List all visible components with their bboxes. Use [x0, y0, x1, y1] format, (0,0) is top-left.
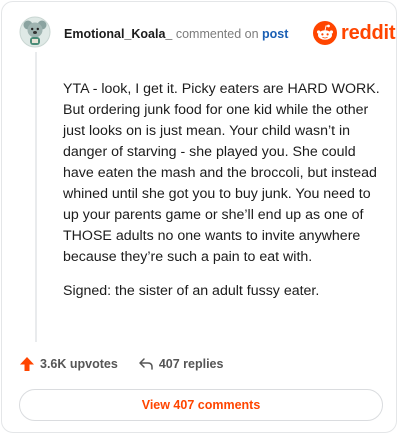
- username-link[interactable]: Emotional_Koala_: [64, 27, 172, 41]
- comment-body: YTA - look, I get it. Picky eaters are H…: [63, 79, 389, 315]
- comment-card: Emotional_Koala_ commented on post reddi…: [1, 1, 397, 433]
- reddit-alien-icon: [313, 21, 337, 45]
- view-comments-button[interactable]: View 407 comments: [19, 389, 383, 421]
- reddit-wordmark: reddit: [341, 21, 396, 44]
- upvote-arrow-icon: [20, 357, 34, 371]
- reply-count: 407 replies: [158, 357, 224, 371]
- comment-footer: 3.6K upvotes 407 replies: [19, 356, 223, 372]
- comment-header: Emotional_Koala_ commented on post: [64, 27, 288, 41]
- upvote-count: 3.6K upvotes: [40, 357, 118, 371]
- thread-line[interactable]: [35, 52, 37, 342]
- reply-arrow-icon: [139, 358, 153, 370]
- replies-button[interactable]: 407 replies: [138, 356, 224, 372]
- reddit-logo[interactable]: reddit: [313, 21, 396, 45]
- commented-on-text: commented on: [175, 27, 259, 41]
- upvote-button[interactable]: 3.6K upvotes: [19, 356, 118, 372]
- comment-paragraph: Signed: the sister of an adult fussy eat…: [63, 283, 320, 299]
- post-link[interactable]: post: [262, 27, 288, 41]
- comment-paragraph: YTA - look, I get it. Picky eaters are H…: [63, 81, 380, 265]
- user-avatar-icon[interactable]: [19, 16, 51, 48]
